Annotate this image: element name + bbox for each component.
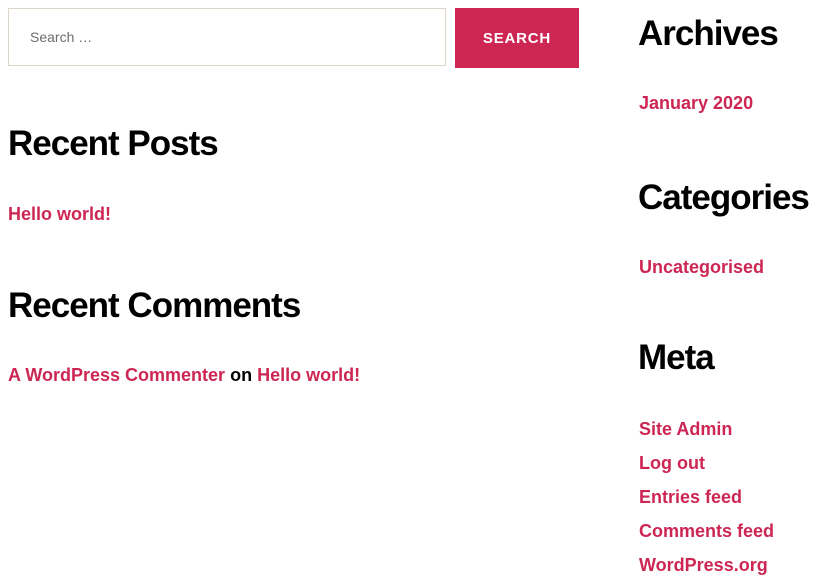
comment-on-text: on bbox=[230, 365, 253, 385]
archive-link-january-2020[interactable]: January 2020 bbox=[639, 94, 753, 112]
recent-comment-item: A WordPress Commenter on Hello world! bbox=[8, 366, 360, 384]
search-button[interactable]: SEARCH bbox=[455, 8, 579, 68]
recent-post-link[interactable]: Hello world! bbox=[8, 205, 111, 223]
meta-link-comments-feed[interactable]: Comments feed bbox=[639, 522, 774, 540]
recent-comments-title: Recent Comments bbox=[8, 286, 301, 325]
meta-link-log-out[interactable]: Log out bbox=[639, 454, 705, 472]
comment-post-link[interactable]: Hello world! bbox=[257, 365, 360, 385]
search-form: SEARCH bbox=[8, 8, 579, 68]
recent-posts-title: Recent Posts bbox=[8, 124, 219, 163]
meta-link-wordpress-org[interactable]: WordPress.org bbox=[639, 556, 768, 574]
meta-link-site-admin[interactable]: Site Admin bbox=[639, 420, 732, 438]
meta-title: Meta bbox=[638, 338, 715, 377]
meta-link-entries-feed[interactable]: Entries feed bbox=[639, 488, 742, 506]
archives-title: Archives bbox=[638, 14, 779, 53]
comment-author-link[interactable]: A WordPress Commenter bbox=[8, 365, 225, 385]
categories-title: Categories bbox=[638, 178, 810, 217]
category-link-uncategorised[interactable]: Uncategorised bbox=[639, 258, 764, 276]
search-input[interactable] bbox=[8, 8, 446, 66]
